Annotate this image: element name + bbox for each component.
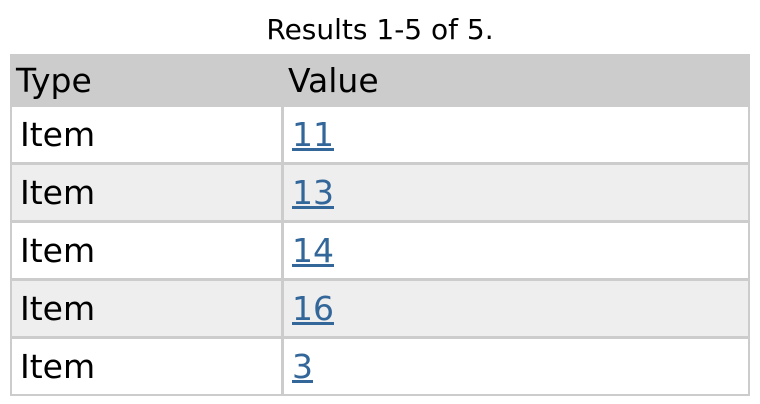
table-row: Item 16 <box>12 278 748 336</box>
type-cell: Item <box>12 220 284 278</box>
value-link[interactable]: 11 <box>292 115 334 154</box>
value-cell: 14 <box>284 220 748 278</box>
column-header-value: Value <box>284 56 748 104</box>
table-row: Item 11 <box>12 104 748 162</box>
column-header-type: Type <box>12 56 284 104</box>
type-cell: Item <box>12 278 284 336</box>
value-cell: 3 <box>284 336 748 394</box>
results-caption: Results 1-5 of 5. <box>266 13 494 46</box>
value-link[interactable]: 16 <box>292 289 334 328</box>
table-row: Item 3 <box>12 336 748 394</box>
value-cell: 13 <box>284 162 748 220</box>
table-row: Item 13 <box>12 162 748 220</box>
type-cell: Item <box>12 336 284 394</box>
value-link[interactable]: 14 <box>292 231 334 270</box>
value-link[interactable]: 13 <box>292 173 334 212</box>
value-link[interactable]: 3 <box>292 347 313 386</box>
type-cell: Item <box>12 104 284 162</box>
results-table: Type Value Item 11 Item 13 Item 14 Item … <box>10 54 750 396</box>
value-cell: 11 <box>284 104 748 162</box>
type-cell: Item <box>12 162 284 220</box>
table-row: Item 14 <box>12 220 748 278</box>
value-cell: 16 <box>284 278 748 336</box>
table-header-row: Type Value <box>12 56 748 104</box>
